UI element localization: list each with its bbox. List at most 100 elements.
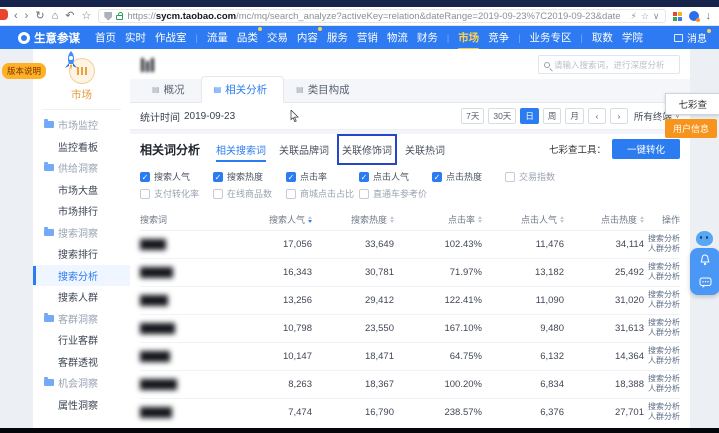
forward-icon[interactable]: › xyxy=(25,11,29,22)
metric-点击热度[interactable]: ✓点击热度 xyxy=(432,170,505,183)
metric-点击人气[interactable]: ✓点击人气 xyxy=(359,170,432,183)
flash-icon[interactable]: ⚡ xyxy=(631,12,637,21)
checkbox[interactable]: ✓ xyxy=(286,172,296,182)
sidebar-item-监控看板[interactable]: 监控看板 xyxy=(33,136,130,158)
sidebar-item-市场监控[interactable]: 市场监控 xyxy=(33,114,130,136)
date-range-button-月[interactable]: 月 xyxy=(565,108,584,124)
user-info-button[interactable]: 用户信息 xyxy=(665,119,717,138)
nav-item-营销[interactable]: 营销 xyxy=(357,28,378,47)
nav-item-内容[interactable]: 内容 xyxy=(297,28,318,47)
favorite-star-icon[interactable]: ☆ xyxy=(641,12,649,21)
chat-icon[interactable] xyxy=(690,277,719,289)
version-tag[interactable]: 版本说明 xyxy=(2,63,46,79)
checkbox[interactable]: ✓ xyxy=(140,172,150,182)
nav-item-作战室[interactable]: 作战室 xyxy=(155,28,187,47)
metric-直通车参考价[interactable]: 直通车参考价 xyxy=(359,187,432,200)
back-icon[interactable]: ‹ xyxy=(14,11,18,22)
sidebar-item-客群洞察[interactable]: 客群洞察 xyxy=(33,308,130,330)
action-link-人群分析[interactable]: 人群分析 xyxy=(648,329,680,338)
word-tab-关联修饰词[interactable]: 关联修饰词 xyxy=(342,139,392,160)
page-tab-相关分析[interactable]: ▤相关分析 xyxy=(201,76,285,103)
page-tab-类目构成[interactable]: ▤类目构成 xyxy=(284,77,366,102)
sidebar-item-搜索分析[interactable]: 搜索分析 xyxy=(33,265,130,287)
pager-next-button[interactable]: › xyxy=(610,108,628,124)
action-link-搜索分析[interactable]: 搜索分析 xyxy=(648,263,680,272)
metric-交易指数[interactable]: 交易指数 xyxy=(505,170,578,183)
search-input[interactable] xyxy=(554,60,674,70)
one-click-convert-button[interactable]: 一键转化 xyxy=(612,139,680,159)
date-range-button-日[interactable]: 日 xyxy=(520,108,539,124)
sidebar-item-行业客群[interactable]: 行业客群 xyxy=(33,329,130,351)
nav-item-业务专区[interactable]: 业务专区 xyxy=(530,28,572,47)
checkbox[interactable] xyxy=(505,172,515,182)
page-tab-概况[interactable]: ▤概况 xyxy=(140,77,201,102)
metric-点击率[interactable]: ✓点击率 xyxy=(286,170,359,183)
action-link-搜索分析[interactable]: 搜索分析 xyxy=(648,235,680,244)
home-icon[interactable]: ⌂ xyxy=(52,11,59,22)
sidebar-item-客群透视[interactable]: 客群透视 xyxy=(33,351,130,373)
browser-extension-icon[interactable] xyxy=(689,11,699,21)
action-link-搜索分析[interactable]: 搜索分析 xyxy=(648,375,680,384)
nav-item-流量[interactable]: 流量 xyxy=(207,28,228,47)
nav-item-交易[interactable]: 交易 xyxy=(267,28,288,47)
sidebar-item-搜索洞察[interactable]: 搜索洞察 xyxy=(33,222,130,244)
action-link-搜索分析[interactable]: 搜索分析 xyxy=(648,319,680,328)
sidebar-item-属性洞察[interactable]: 属性洞察 xyxy=(33,394,130,416)
brand[interactable]: 生意参谋 xyxy=(18,30,80,46)
checkbox[interactable] xyxy=(359,189,369,199)
nav-item-品类[interactable]: 品类 xyxy=(237,28,258,47)
qicai-button[interactable]: 七彩查 xyxy=(665,93,719,115)
metric-商城点击占比[interactable]: 商城点击占比 xyxy=(286,187,359,200)
address-bar[interactable]: https://sycm.taobao.com/mc/mq/search_ana… xyxy=(98,9,665,23)
column-header-搜索词[interactable]: 搜索词 xyxy=(140,213,226,226)
nav-item-服务[interactable]: 服务 xyxy=(327,28,348,47)
date-range-button-30天[interactable]: 30天 xyxy=(488,108,516,124)
nav-item-竞争[interactable]: 竞争 xyxy=(488,28,509,47)
column-header-点击率[interactable]: 点击率 xyxy=(394,213,482,226)
word-tab-相关搜索词[interactable]: 相关搜索词 xyxy=(216,139,266,160)
column-header-点击热度[interactable]: 点击热度 xyxy=(564,213,644,226)
action-link-人群分析[interactable]: 人群分析 xyxy=(648,413,680,422)
date-range-button-周[interactable]: 周 xyxy=(543,108,562,124)
sidebar-item-供给洞察[interactable]: 供给洞察 xyxy=(33,157,130,179)
checkbox[interactable]: ✓ xyxy=(432,172,442,182)
date-range-button-7天[interactable]: 7天 xyxy=(461,108,484,124)
action-link-人群分析[interactable]: 人群分析 xyxy=(648,301,680,310)
keyword-search-box[interactable] xyxy=(538,55,680,74)
column-header-搜索热度[interactable]: 搜索热度 xyxy=(312,213,394,226)
action-link-人群分析[interactable]: 人群分析 xyxy=(648,245,680,254)
action-link-搜索分析[interactable]: 搜索分析 xyxy=(648,291,680,300)
chevron-down-icon[interactable]: ∨ xyxy=(653,12,660,21)
column-header-搜索人气[interactable]: 搜索人气 xyxy=(226,213,312,226)
nav-item-首页[interactable]: 首页 xyxy=(95,28,116,47)
checkbox[interactable]: ✓ xyxy=(213,172,223,182)
sidebar-item-市场排行[interactable]: 市场排行 xyxy=(33,200,130,222)
nav-item-物流[interactable]: 物流 xyxy=(387,28,408,47)
nav-user[interactable]: 消息 xyxy=(674,30,707,45)
word-tab-关联热词[interactable]: 关联热词 xyxy=(405,139,445,160)
bookmark-star-icon[interactable]: ☆ xyxy=(81,11,91,22)
action-link-搜索分析[interactable]: 搜索分析 xyxy=(648,403,680,412)
sidebar-item-搜索排行[interactable]: 搜索排行 xyxy=(33,243,130,265)
action-link-人群分析[interactable]: 人群分析 xyxy=(648,357,680,366)
download-icon[interactable]: ↓ xyxy=(706,11,712,22)
metric-在线商品数[interactable]: 在线商品数 xyxy=(213,187,286,200)
nav-item-实时[interactable]: 实时 xyxy=(125,28,146,47)
metric-支付转化率[interactable]: 支付转化率 xyxy=(140,187,213,200)
checkbox[interactable]: ✓ xyxy=(359,172,369,182)
checkbox[interactable] xyxy=(286,189,296,199)
metric-搜索热度[interactable]: ✓搜索热度 xyxy=(213,170,286,183)
extensions-grid-icon[interactable] xyxy=(673,12,682,21)
action-link-搜索分析[interactable]: 搜索分析 xyxy=(648,347,680,356)
sidebar-item-市场大盘[interactable]: 市场大盘 xyxy=(33,179,130,201)
action-link-人群分析[interactable]: 人群分析 xyxy=(648,273,680,282)
sidebar-item-搜索人群[interactable]: 搜索人群 xyxy=(33,286,130,308)
word-tab-关联品牌词[interactable]: 关联品牌词 xyxy=(279,139,329,160)
bell-icon[interactable] xyxy=(690,254,719,267)
nav-item-市场[interactable]: 市场 xyxy=(458,28,479,47)
column-header-点击人气[interactable]: 点击人气 xyxy=(482,213,564,226)
refresh-icon[interactable]: ↻ xyxy=(35,11,44,22)
rocket-icon[interactable] xyxy=(60,50,82,79)
nav-item-财务[interactable]: 财务 xyxy=(417,28,438,47)
checkbox[interactable] xyxy=(213,189,223,199)
